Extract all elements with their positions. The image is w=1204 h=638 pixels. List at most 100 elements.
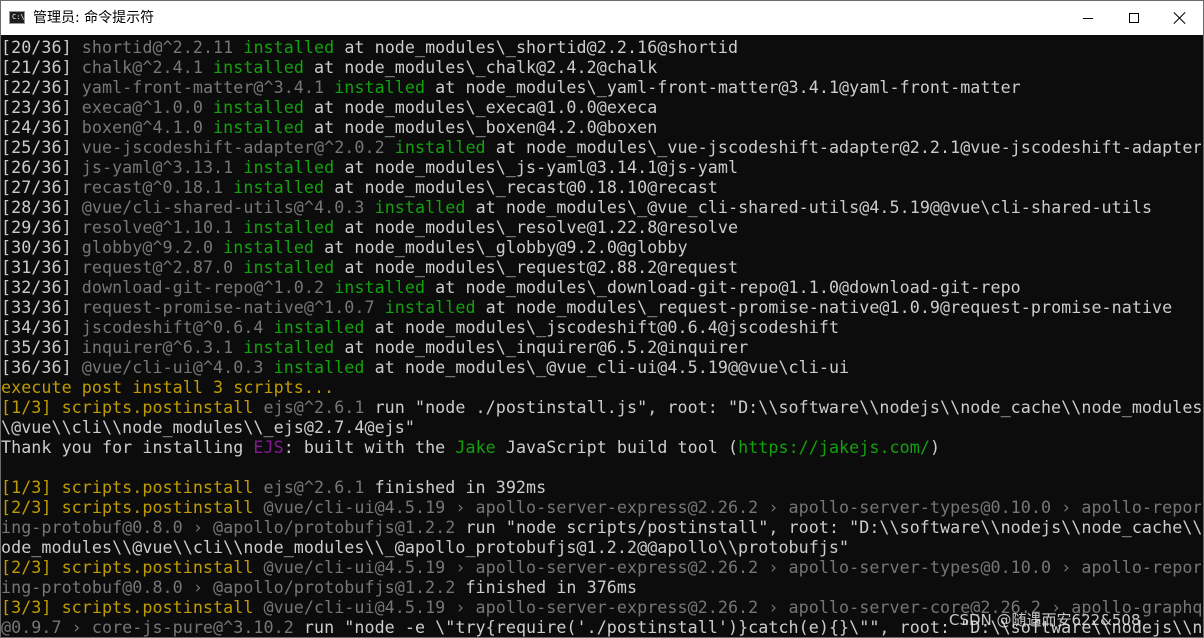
minimize-button[interactable] [1065, 1, 1111, 35]
cmd-window: C:\_ 管理员: 命令提示符 [20/36] shortid@^2.2.11 … [0, 0, 1204, 638]
terminal-text-segment: @vue/cli-ui@^4.0.3 [81, 357, 274, 377]
terminal-line: [31/36] request@^2.87.0 installed at nod… [1, 257, 738, 277]
close-button[interactable] [1157, 1, 1203, 35]
terminal-text-segment: [3/3] scripts.postinstall [1, 597, 264, 617]
terminal-line: [33/36] request-promise-native@^1.0.7 in… [1, 297, 1172, 317]
terminal-text-segment: js-yaml@^3.13.1 [81, 157, 244, 177]
terminal-text-segment: installed [273, 317, 365, 337]
terminal-line: [21/36] chalk@^2.4.1 installed at node_m… [1, 57, 657, 77]
terminal-text-segment: at node_modules\_globby@9.2.0@globby [314, 237, 688, 257]
terminal-text-segment: inquirer@^6.3.1 [81, 337, 244, 357]
terminal-text-segment: request-promise-native@^1.0.7 [81, 297, 385, 317]
terminal-text-segment: shortid@^2.2.11 [81, 37, 244, 57]
terminal-line: [32/36] download-git-repo@^1.0.2 install… [1, 277, 1021, 297]
terminal-text-segment: jscodeshift@^0.6.4 [81, 317, 274, 337]
cmd-icon[interactable]: C:\_ [9, 11, 29, 24]
terminal-text-segment: [36/36] [1, 357, 82, 377]
terminal-text-segment: at node_modules\_download-git-repo@1.1.0… [425, 277, 1021, 297]
terminal-line: ode_modules\\@vue\\cli\\node_modules\\_@… [1, 537, 849, 557]
watermark: CSDN @随遇而安622&508 [949, 611, 1141, 629]
terminal-text-segment: globby@^9.2.0 [81, 237, 224, 257]
terminal-text-segment: installed [334, 277, 426, 297]
terminal-text-segment: boxen@^4.1.0 [81, 117, 214, 137]
terminal-text-segment: finished in 376ms [455, 577, 638, 597]
terminal-line: [28/36] @vue/cli-shared-utils@^4.0.3 ins… [1, 197, 1152, 217]
terminal-output[interactable]: [20/36] shortid@^2.2.11 installed at nod… [1, 37, 1201, 637]
terminal-text-segment: @vue/cli-ui@4.5.19 › apollo-server-expre… [263, 497, 1201, 517]
terminal-text-segment: download-git-repo@^1.0.2 [81, 277, 335, 297]
terminal-text-segment: [31/36] [1, 257, 82, 277]
terminal-text-segment: installed [213, 117, 304, 137]
terminal-text-segment: [1/3] scripts.postinstall [1, 397, 264, 417]
terminal-text-segment: [34/36] [1, 317, 82, 337]
terminal-text-segment: [35/36] [1, 337, 82, 357]
terminal-line: [1/3] scripts.postinstall ejs@^2.6.1 fin… [1, 477, 546, 497]
terminal-text-segment: finished in 392ms [364, 477, 547, 497]
terminal-text-segment: installed [273, 357, 365, 377]
terminal-text-segment: @vue/cli-shared-utils@^4.0.3 [81, 197, 375, 217]
terminal-text-segment: installed [243, 337, 335, 357]
terminal-text-segment: [30/36] [1, 237, 82, 257]
terminal-line: [27/36] recast@^0.18.1 installed at node… [1, 177, 718, 197]
terminal-text-segment: [2/3] scripts.postinstall [1, 497, 264, 517]
terminal-text-segment: at node_modules\_inquirer@6.5.2@inquirer [334, 337, 749, 357]
maximize-button[interactable] [1111, 1, 1157, 35]
terminal-text-segment: installed [384, 297, 476, 317]
terminal-text-segment: [2/3] scripts.postinstall [1, 557, 264, 577]
terminal-line: Thank you for installing EJS: built with… [1, 437, 940, 457]
terminal-text-segment: ejs@^2.6.1 [263, 477, 365, 497]
terminal-line: ing-protobuf@0.8.0 › @apollo/protobufjs@… [1, 517, 1201, 537]
terminal-text-segment: vue-jscodeshift-adapter@^2.0.2 [81, 137, 395, 157]
terminal-line: [24/36] boxen@^4.1.0 installed at node_m… [1, 117, 657, 137]
terminal-text-segment: at node_modules\_execa@1.0.0@execa [303, 97, 658, 117]
terminal-text-segment: ing-protobuf@0.8.0 › @apollo/protobufjs@… [1, 517, 456, 537]
terminal-text-segment: at node_modules\_boxen@4.2.0@boxen [303, 117, 658, 137]
terminal-text-segment: at node_modules\_shortid@2.2.16@shortid [334, 37, 739, 57]
terminal-line: \@vue\\cli\\node_modules\\_ejs@2.7.4@ejs… [1, 417, 415, 437]
terminal-text-segment: \@vue\\cli\\node_modules\\_ejs@2.7.4@ejs… [1, 417, 415, 437]
terminal-text-segment: recast@^0.18.1 [81, 177, 234, 197]
terminal-text-segment: installed [243, 217, 335, 237]
terminal-text-segment: at node_modules\_vue-jscodeshift-adapter… [485, 137, 1201, 157]
terminal-text-segment: Jake [455, 437, 496, 457]
terminal-text-segment: yaml-front-matter@^3.4.1 [81, 77, 335, 97]
terminal-line: [35/36] inquirer@^6.3.1 installed at nod… [1, 337, 748, 357]
terminal-line: ing-protobuf@0.8.0 › @apollo/protobufjs@… [1, 577, 637, 597]
terminal-line: [23/36] execa@^1.0.0 installed at node_m… [1, 97, 657, 117]
terminal-text-segment: ejs@^2.6.1 [263, 397, 365, 417]
terminal-text-segment: [24/36] [1, 117, 82, 137]
terminal-text-segment: at node_modules\_request-promise-native@… [475, 297, 1173, 317]
terminal-text-segment: at node_modules\_recast@0.18.10@recast [324, 177, 718, 197]
terminal-text-segment: [33/36] [1, 297, 82, 317]
terminal-line: [26/36] js-yaml@^3.13.1 installed at nod… [1, 157, 738, 177]
terminal-text-segment: execa@^1.0.0 [81, 97, 214, 117]
terminal-text-segment: installed [213, 57, 304, 77]
terminal-text-segment: [26/36] [1, 157, 82, 177]
terminal-line: [1/3] scripts.postinstall ejs@^2.6.1 run… [1, 397, 1201, 417]
terminal-text-segment: at node_modules\_js-yaml@3.14.1@js-yaml [334, 157, 739, 177]
minimize-icon [1083, 17, 1093, 19]
terminal-text-segment: ing-protobuf@0.8.0 › @apollo/protobufjs@… [1, 577, 456, 597]
terminal-text-segment: [21/36] [1, 57, 82, 77]
maximize-icon [1129, 13, 1139, 23]
terminal-text-segment: : built with the [283, 437, 456, 457]
terminal-text-segment: [23/36] [1, 97, 82, 117]
terminal-text-segment: installed [394, 137, 486, 157]
terminal-line: [2/3] scripts.postinstall @vue/cli-ui@4.… [1, 497, 1201, 517]
terminal-text-segment: at node_modules\_chalk@2.4.2@chalk [303, 57, 658, 77]
terminal-text-segment: at node_modules\_request@2.88.2@request [334, 257, 739, 277]
close-icon [1174, 12, 1186, 24]
terminal-line: [36/36] @vue/cli-ui@^4.0.3 installed at … [1, 357, 849, 377]
terminal-line: [2/3] scripts.postinstall @vue/cli-ui@4.… [1, 557, 1201, 577]
terminal-text-segment: [32/36] [1, 277, 82, 297]
terminal-line: [20/36] shortid@^2.2.11 installed at nod… [1, 37, 738, 57]
title-bar[interactable]: C:\_ 管理员: 命令提示符 [1, 1, 1203, 35]
terminal-text-segment: [25/36] [1, 137, 82, 157]
terminal-text-segment: ode_modules\\@vue\\cli\\node_modules\\_@… [1, 537, 850, 557]
terminal-text-segment: execute post install 3 scripts... [1, 377, 335, 397]
terminal-text-segment: [22/36] [1, 77, 82, 97]
terminal-line: [22/36] yaml-front-matter@^3.4.1 install… [1, 77, 1021, 97]
terminal-text-segment: request@^2.87.0 [81, 257, 244, 277]
terminal-text-segment: JavaScript build tool ( [495, 437, 739, 457]
terminal-text-segment: at node_modules\_@vue_cli-shared-utils@4… [465, 197, 1153, 217]
